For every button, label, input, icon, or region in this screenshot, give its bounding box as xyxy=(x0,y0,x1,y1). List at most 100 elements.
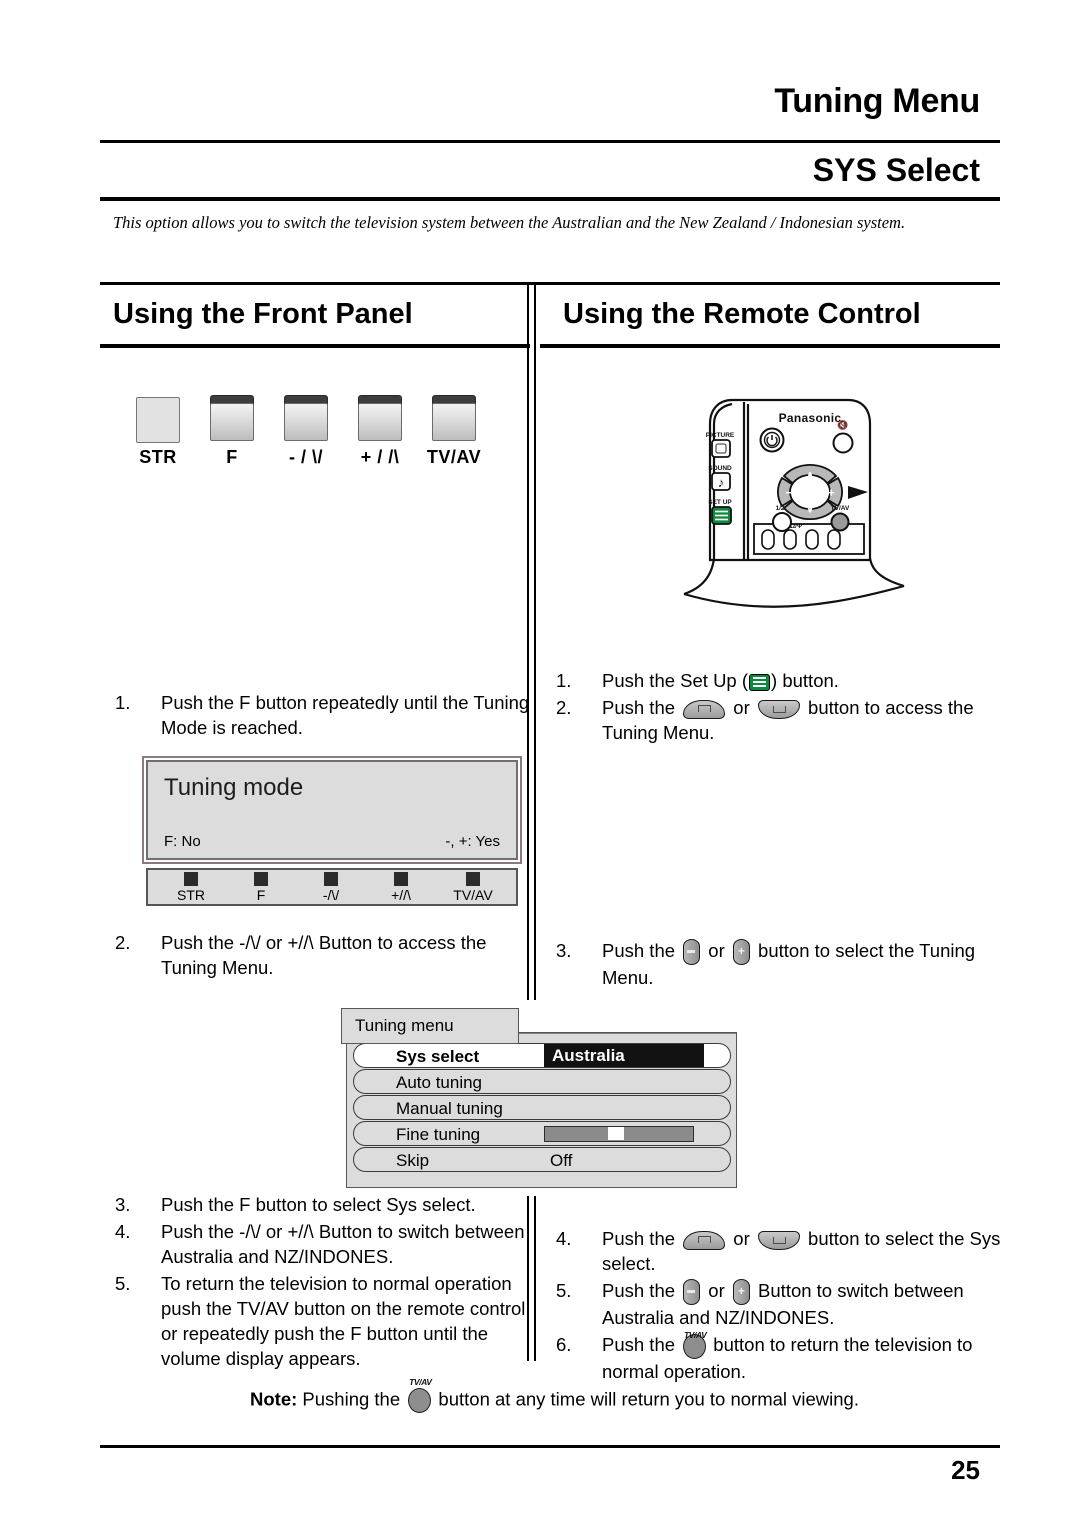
step-number: 2. xyxy=(115,932,131,953)
step-text-pre: Push the xyxy=(602,1280,681,1301)
step-text-mid: or xyxy=(703,940,730,961)
tvav-icon: TV/AV xyxy=(408,1377,432,1413)
svg-text:♪: ♪ xyxy=(718,475,725,490)
step-text: Push the TV/AV button to return the tele… xyxy=(602,1330,1011,1384)
front-panel-steps-group-3: 3. Push the F button to select Sys selec… xyxy=(115,1192,535,1373)
osd-row-manual-tuning[interactable]: Manual tuning xyxy=(353,1095,731,1120)
front-panel-button-label: TV/AV xyxy=(426,447,482,467)
step-text: Push the F button to select Sys select. xyxy=(161,1194,476,1215)
button-bar-item: -/\/ xyxy=(294,872,368,903)
step-number: 3. xyxy=(556,940,572,961)
svg-text:+: + xyxy=(827,485,835,500)
up-arrow-icon xyxy=(683,1230,726,1250)
svg-text:🔇: 🔇 xyxy=(837,419,848,430)
step-text-mid: or xyxy=(703,1280,730,1301)
tvav-icon-label: TV/AV xyxy=(683,1329,707,1340)
front-panel-button-str: STR xyxy=(136,395,182,467)
step-number: 3. xyxy=(115,1194,131,1215)
front-panel-steps-group-2: 2. Push the -/\/ or +//\ Button to acces… xyxy=(115,930,530,982)
step-text-pre: Push the xyxy=(602,1334,681,1356)
osd-value-highlight: Australia xyxy=(544,1044,704,1067)
heading-front-panel: Using the Front Panel xyxy=(113,298,413,330)
step-item: 4. Push the or button to select the Sys … xyxy=(556,1226,1011,1276)
tuning-mode-hint-left: F: No xyxy=(164,833,201,850)
step-text: Push the F button repeatedly until the T… xyxy=(161,692,530,738)
manual-page: Tuning Menu SYS Select This option allow… xyxy=(0,0,1080,1528)
svg-text:SOUND: SOUND xyxy=(708,465,732,472)
osd-row-skip[interactable]: Skip Off xyxy=(353,1147,731,1172)
step-item: 6. Push the TV/AV button to return the t… xyxy=(556,1330,1011,1384)
button-bar-item: STR xyxy=(154,872,228,903)
step-item: 5. Push the or Button to switch between … xyxy=(556,1278,1011,1330)
divider-footer xyxy=(100,1445,1000,1448)
button-bar-marker xyxy=(254,872,268,886)
page-number: 25 xyxy=(951,1455,980,1485)
remote-steps-group-1: 1. Push the Set Up () button. 2. Push th… xyxy=(556,668,1006,747)
osd-row-value: Off xyxy=(550,1151,573,1170)
step-number: 5. xyxy=(115,1273,131,1294)
button-bar-marker xyxy=(324,872,338,886)
osd-row-label: Sys select xyxy=(396,1047,480,1066)
osd-tuning-menu: Tuning menu Sys select Australia Auto tu… xyxy=(341,1008,737,1188)
step-text: Push the -/\/ or +//\ Button to access t… xyxy=(161,932,487,978)
svg-text:∧: ∧ xyxy=(806,470,814,482)
tuning-mode-screen: Tuning mode F: No -, +: Yes xyxy=(146,760,518,860)
step-item: 2. Push the or button to access the Tuni… xyxy=(556,695,1006,745)
remote-steps-group-2: 3. Push the or button to select the Tuni… xyxy=(556,938,1006,992)
tvav-icon-label: TV/AV xyxy=(409,1377,432,1387)
remote-steps-group-3: 4. Push the or button to select the Sys … xyxy=(556,1226,1011,1386)
step-item: 3. Push the F button to select Sys selec… xyxy=(115,1192,535,1217)
divider-right-column xyxy=(540,344,1000,348)
button-bar-label: +//\ xyxy=(391,887,411,903)
step-text: Push the -/\/ or +//\ Button to switch b… xyxy=(161,1221,525,1267)
svg-text:SET UP: SET UP xyxy=(708,499,732,506)
step-text-mid: or xyxy=(728,1228,755,1249)
step-text-pre: Push the xyxy=(602,697,681,718)
svg-text:Ω/Ψ: Ω/Ψ xyxy=(790,523,802,530)
step-number: 5. xyxy=(556,1280,572,1301)
step-number: 1. xyxy=(115,692,131,713)
front-panel-button-f: F xyxy=(210,395,256,467)
heading-remote-control: Using the Remote Control xyxy=(563,298,921,330)
front-panel-button-tvav: TV/AV xyxy=(427,395,481,467)
column-divider-line xyxy=(534,285,536,1000)
note-pre: Pushing the xyxy=(297,1388,406,1410)
fine-tuning-slider[interactable] xyxy=(544,1126,694,1142)
osd-tab-label: Tuning menu xyxy=(355,1016,454,1035)
front-panel-button-plus: + / /\ xyxy=(358,395,404,467)
remote-control-illustration: Panasonic 🔇 PICTURE SOUND ♪ SET UP ∧ ∨ −… xyxy=(672,382,924,610)
osd-row-sys-select[interactable]: Sys select Australia xyxy=(353,1043,731,1068)
osd-row-label: Fine tuning xyxy=(396,1125,481,1144)
tuning-mode-title: Tuning mode xyxy=(164,774,304,801)
step-text: Push the or button to select the Tuning … xyxy=(602,938,1006,990)
button-bar-label: STR xyxy=(177,887,205,903)
down-arrow-icon xyxy=(757,1230,800,1250)
step-item: 1. Push the Set Up () button. xyxy=(556,668,1006,693)
slider-knob[interactable] xyxy=(608,1127,624,1140)
osd-row-label: Skip xyxy=(396,1151,430,1170)
step-text: To return the television to normal opera… xyxy=(161,1273,526,1369)
button-bar-marker xyxy=(184,872,198,886)
step-number: 1. xyxy=(556,670,572,691)
step-number: 4. xyxy=(556,1228,572,1249)
tuning-mode-button-bar: STR F -/\/ +//\ TV/AV xyxy=(146,868,518,906)
setup-icon xyxy=(749,673,771,691)
intro-paragraph: This option allows you to switch the tel… xyxy=(113,213,906,232)
osd-row-value: Australia xyxy=(552,1046,625,1065)
step-number: 2. xyxy=(556,697,572,718)
divider-top xyxy=(100,140,1000,143)
step-item: 3. Push the or button to select the Tuni… xyxy=(556,938,1006,990)
button-cap xyxy=(432,403,476,441)
note-label: Note: xyxy=(250,1388,298,1410)
button-bar-label: -/\/ xyxy=(322,887,340,903)
osd-row-auto-tuning[interactable]: Auto tuning xyxy=(353,1069,731,1094)
step-text-mid: or xyxy=(728,697,755,718)
minus-icon xyxy=(683,939,701,966)
step-item: 2. Push the -/\/ or +//\ Button to acces… xyxy=(115,930,530,980)
osd-row-fine-tuning[interactable]: Fine tuning xyxy=(353,1121,731,1146)
svg-text:−: − xyxy=(785,485,793,500)
button-bar-marker xyxy=(394,872,408,886)
svg-text:PICTURE: PICTURE xyxy=(706,432,735,439)
svg-text:Panasonic: Panasonic xyxy=(779,411,842,425)
front-panel-button-minus: - / \/ xyxy=(284,395,330,467)
